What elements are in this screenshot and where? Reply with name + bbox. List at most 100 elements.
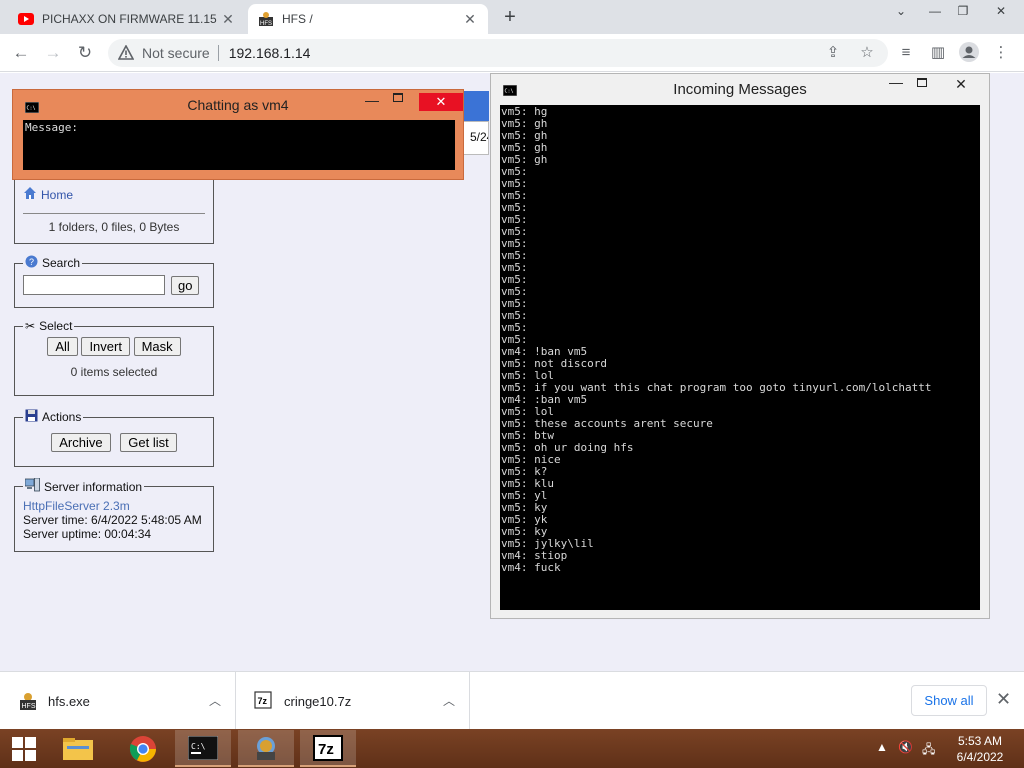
message-line: vm5:	[501, 273, 528, 286]
tab-strip: PICHAXX ON FIRMWARE 11.15 - ✕ HFS HFS / …	[0, 0, 1024, 34]
warning-icon[interactable]	[118, 45, 134, 61]
message-line: vm5: oh ur doing hfs	[501, 441, 634, 454]
chrome-icon[interactable]	[115, 730, 171, 767]
message-line: vm5: ky	[501, 501, 548, 514]
svg-text:7z: 7z	[258, 696, 268, 706]
svg-text:HFS: HFS	[22, 703, 36, 710]
message-line: vm5:	[501, 177, 528, 190]
message-line: vm5:	[501, 309, 528, 322]
close-window-icon[interactable]: ✕	[984, 0, 1018, 24]
start-button[interactable]	[0, 730, 48, 767]
chat-message-input[interactable]: Message:	[23, 120, 455, 170]
home-link-row: Home	[23, 186, 205, 203]
svg-text:7z: 7z	[318, 741, 334, 758]
get-list-button[interactable]: Get list	[120, 433, 177, 452]
profile-avatar-icon[interactable]	[958, 42, 980, 64]
message-line: vm5: gh	[501, 153, 548, 166]
bookmark-star-icon[interactable]: ☆	[856, 42, 878, 64]
navigation-panel: Home 1 folders, 0 files, 0 Bytes	[14, 173, 214, 244]
download-item-hfs[interactable]: HFS hfs.exe ︿	[0, 672, 236, 730]
reading-list-icon[interactable]: ≡	[895, 42, 917, 64]
back-icon[interactable]: ←	[8, 40, 34, 66]
incoming-messages-window[interactable]: C:\ Incoming Messages — ✕ vm5: hg vm5: gh…	[490, 73, 990, 619]
chat-maximize-icon[interactable]	[393, 93, 403, 102]
chevron-up-icon[interactable]: ︿	[443, 692, 455, 709]
clock-time: 5:53 AM	[957, 734, 1003, 748]
tab-hfs[interactable]: HFS HFS / ✕	[248, 4, 488, 34]
show-hidden-icons[interactable]: ▲	[876, 740, 888, 754]
tab-search-icon[interactable]: ⌄	[884, 0, 918, 24]
messages-minimize-icon[interactable]: —	[889, 74, 903, 90]
floppy-disk-icon	[25, 409, 38, 425]
volume-muted-icon[interactable]: 🔇	[898, 740, 913, 754]
7zip-icon[interactable]: 7z	[300, 730, 356, 767]
search-go-button[interactable]: go	[171, 275, 200, 295]
cmd-taskbar-icon[interactable]: C:\	[175, 730, 231, 767]
message-line: vm5:	[501, 165, 528, 178]
search-panel: ? Search go	[14, 255, 214, 308]
share-icon[interactable]: ⇪	[822, 42, 844, 64]
message-line: vm5: nice	[501, 453, 561, 466]
restore-icon[interactable]: ❐	[946, 0, 980, 24]
message-line: vm5: gh	[501, 129, 548, 142]
forward-icon[interactable]: →	[40, 40, 66, 66]
tab-youtube[interactable]: PICHAXX ON FIRMWARE 11.15 - ✕	[8, 4, 246, 34]
security-label[interactable]: Not secure	[142, 45, 210, 61]
server-info-panel: Server information HttpFileServer 2.3m S…	[14, 477, 214, 552]
actions-panel: Actions Archive Get list	[14, 409, 214, 467]
server-uptime: Server uptime: 00:04:34	[23, 527, 152, 541]
message-line: vm5: yk	[501, 513, 548, 526]
address-bar[interactable]: Not secure 192.168.1.14	[108, 39, 888, 67]
message-prompt: Message:	[25, 121, 78, 134]
close-tab-icon[interactable]: ✕	[462, 11, 478, 27]
close-shelf-icon[interactable]: ✕	[996, 689, 1011, 710]
home-link[interactable]: Home	[41, 188, 73, 202]
search-help-icon: ?	[25, 255, 38, 271]
show-all-downloads-button[interactable]: Show all	[911, 685, 987, 716]
close-tab-icon[interactable]: ✕	[220, 11, 236, 27]
hfs-icon: HFS	[258, 11, 274, 27]
message-line: vm5:	[501, 297, 528, 310]
taskbar-clock[interactable]: 5:53 AM 6/4/2022	[948, 733, 1012, 765]
messages-title-bar[interactable]: C:\ Incoming Messages — ✕	[491, 74, 989, 104]
message-line: vm5: jylky\lil	[501, 537, 594, 550]
chat-close-icon[interactable]: ✕	[419, 93, 463, 111]
select-mask-button[interactable]: Mask	[133, 337, 181, 356]
chat-window[interactable]: C:\ Chatting as vm4 — ✕ Message:	[12, 89, 464, 180]
archive-button[interactable]: Archive	[51, 433, 111, 452]
url-text[interactable]: 192.168.1.14	[229, 45, 311, 61]
reload-icon[interactable]: ↻	[72, 40, 98, 66]
download-item-7z[interactable]: 7z cringe10.7z ︿	[236, 672, 470, 730]
menu-kebab-icon[interactable]: ⋮	[990, 42, 1012, 64]
search-legend: ? Search	[23, 255, 82, 271]
side-panel-icon[interactable]: ▥	[927, 42, 949, 64]
server-computer-icon	[24, 477, 40, 495]
messages-maximize-icon[interactable]	[917, 78, 927, 87]
messages-close-icon[interactable]: ✕	[939, 74, 983, 96]
hfs-exe-icon: HFS	[18, 691, 38, 711]
chat-title-bar[interactable]: C:\ Chatting as vm4 — ✕	[13, 90, 463, 118]
select-invert-button[interactable]: Invert	[81, 337, 130, 356]
selection-status: 0 items selected	[70, 365, 158, 379]
7z-file-icon: 7z	[254, 691, 274, 711]
chevron-up-icon[interactable]: ︿	[209, 692, 221, 709]
svg-text:?: ?	[29, 257, 34, 267]
chat-minimize-icon[interactable]: —	[365, 92, 379, 108]
address-divider	[217, 45, 219, 61]
tab-title: PICHAXX ON FIRMWARE 11.15 -	[42, 12, 220, 26]
hfs-app-icon[interactable]	[238, 730, 294, 767]
new-tab-button[interactable]: +	[498, 6, 522, 30]
tab-title: HFS /	[282, 12, 313, 26]
home-icon	[23, 186, 37, 203]
select-all-button[interactable]: All	[47, 337, 78, 356]
network-icon[interactable]: 🖧	[922, 740, 935, 761]
search-input[interactable]	[23, 275, 165, 295]
server-time: Server time: 6/4/2022 5:48:05 AM	[23, 513, 202, 527]
hfs-version-link[interactable]: HttpFileServer 2.3m	[23, 499, 205, 513]
message-line: vm5:	[501, 213, 528, 226]
message-line: vm5:	[501, 189, 528, 202]
message-line: vm5: klu	[501, 477, 554, 490]
file-explorer-icon[interactable]	[50, 730, 106, 767]
file-date-cell: 5/24	[463, 121, 489, 155]
message-line: vm5: these accounts arent secure	[501, 417, 713, 430]
